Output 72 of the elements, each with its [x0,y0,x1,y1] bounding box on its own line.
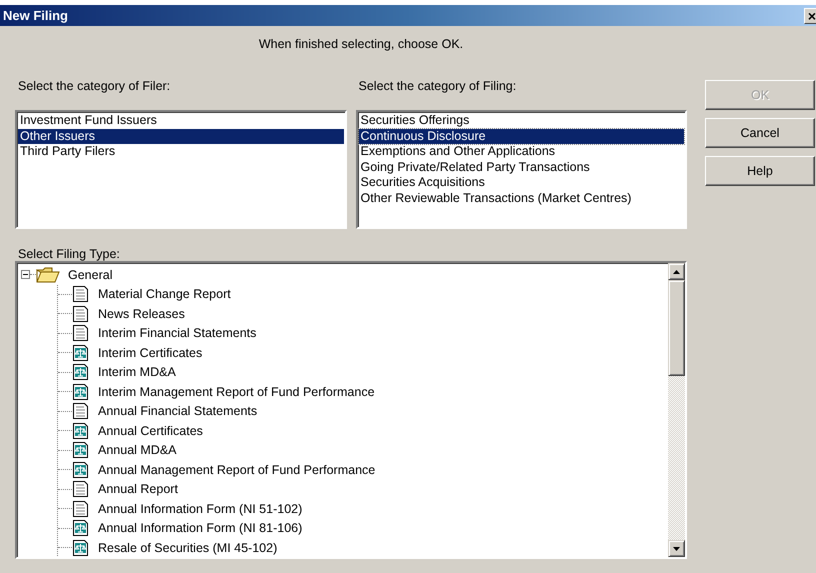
tree-item[interactable]: Interim Certificates [58,343,668,362]
tree-item-label: Resale of Securities (MI 45-102) [98,540,278,555]
tree-item-label: Annual Information Form (NI 51-102) [98,502,302,516]
tree-item[interactable]: Annual Report [58,480,668,499]
list-item[interactable]: Third Party Filers [18,144,344,160]
filing-type-tree[interactable] [15,261,687,559]
filing-category-list[interactable]: Securities Offerings Continuous Disclosure Exemptions and Other Applications Going Private/Related Party Transactions Securities Acquisitions Other Reviewable Transactions (Market Centres) [356,110,687,229]
tree-item-label: News Releases [98,306,185,321]
certified-document-icon [72,382,90,401]
list-item[interactable]: Other Issuers [18,128,344,144]
tree-item[interactable]: Interim MD&A [58,362,668,382]
certified-document-icon [72,519,90,538]
document-icon [72,304,90,323]
scroll-up-button[interactable] [668,263,685,280]
list-item[interactable]: Securities Offerings [358,113,684,129]
tree-item-label: Annual Report [98,482,178,496]
tree-item[interactable]: News Releases [58,304,668,324]
document-icon [72,402,90,420]
certified-document-icon [72,538,90,557]
tree-item-label: Material Change Report [98,287,231,302]
tree-item[interactable]: Resale of Securities (MI 45-102) [58,538,668,557]
certified-document-icon [72,422,90,440]
list-item[interactable]: Going Private/Related Party Transactions [358,160,684,176]
tree-item[interactable]: Annual Financial Statements [58,402,668,421]
collapse-icon[interactable] [21,270,30,280]
tree-item[interactable]: Interim Management Report of Fund Performance [58,382,668,402]
vertical-scrollbar[interactable] [668,263,685,557]
tree-item-label: General [68,268,112,282]
tree-item-label: Interim Management Report of Fund Performance [98,384,375,399]
tree-item-label: Interim Financial Statements [98,326,256,340]
certified-document-icon [72,363,90,382]
filer-category-list[interactable]: Investment Fund Issuers Other Issuers Third Party Filers [15,110,346,229]
folder-icon [36,266,60,283]
document-icon [72,324,90,342]
list-item[interactable]: Other Reviewable Transactions (Market Centres) [358,190,684,207]
up-arrow-icon [673,270,680,274]
scroll-thumb[interactable] [668,280,685,376]
document-icon [72,480,90,498]
tree-item[interactable]: Interim Financial Statements [58,324,668,343]
tree-item[interactable]: General [17,265,668,284]
document-icon [72,285,90,304]
document-icon [72,500,90,518]
close-button[interactable]: × [804,8,816,24]
certified-document-icon [72,344,90,362]
tree-item[interactable]: Annual MD&A [58,440,668,460]
list-item[interactable]: Securities Acquisitions [358,175,684,191]
list-item[interactable]: Exemptions and Other Applications [358,144,684,160]
certified-document-icon [72,441,90,460]
window-title: New Filing [3,8,68,23]
tree-item-label: Annual Management Report of Fund Performance [98,462,376,477]
tree-item[interactable]: Annual Management Report of Fund Performance [58,460,668,480]
dialog-button[interactable]: Cancel [705,118,815,148]
tree-item-label: Annual Information Form (NI 81-106) [98,521,302,536]
tree-item[interactable]: Annual Information Form (NI 51-102) [58,499,668,518]
tree-item-label: Annual Financial Statements [98,404,258,418]
certified-document-icon [72,460,90,479]
list-item[interactable]: Continuous Disclosure [358,128,684,144]
tree-item[interactable]: Material Change Report [58,284,668,304]
list-label: Select the category of Filing: [358,79,518,95]
list-item[interactable]: Investment Fund Issuers [18,113,344,129]
scroll-down-button[interactable] [668,540,685,557]
tree-item-label: Interim MD&A [98,365,176,380]
tree-item-label: Annual MD&A [98,443,177,458]
tree-item-label: Interim Certificates [98,346,202,360]
dialog-button[interactable]: Help [705,156,815,186]
tree-item[interactable]: Annual Information Form (NI 81-106) [58,518,668,538]
list-label: Select the category of Filer: [17,79,172,95]
tree-item-label: Annual Certificates [98,424,203,438]
tree-label: Select Filing Type: [17,247,121,261]
tree-item[interactable]: Annual Certificates [58,421,668,440]
instruction-text: When finished selecting, choose OK. [258,37,464,51]
down-arrow-icon [673,546,680,550]
